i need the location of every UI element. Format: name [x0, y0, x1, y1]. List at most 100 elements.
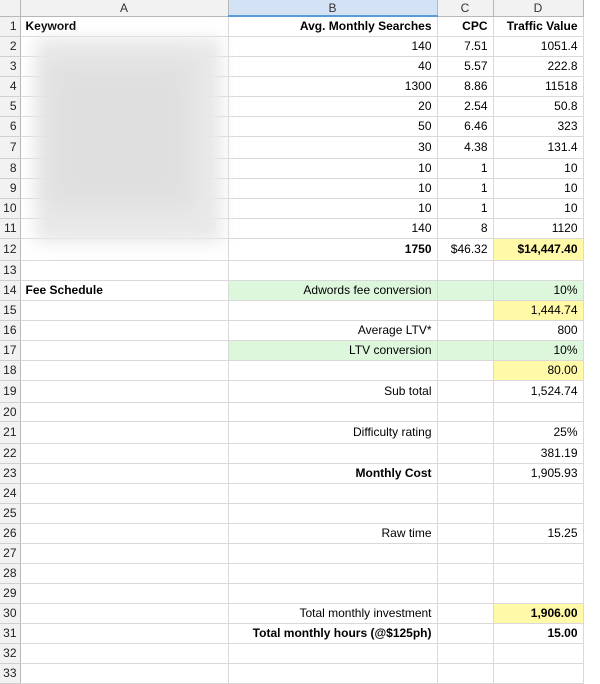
- row-number[interactable]: 3: [0, 56, 21, 77]
- row-number[interactable]: 9: [0, 178, 21, 199]
- row-number[interactable]: 19: [0, 380, 21, 403]
- row-number[interactable]: 6: [0, 116, 21, 137]
- cell-value[interactable]: 10: [493, 178, 584, 199]
- row-number[interactable]: 25: [0, 503, 21, 524]
- row-number[interactable]: 2: [0, 36, 21, 57]
- cell-empty[interactable]: [437, 402, 494, 422]
- row-number[interactable]: 7: [0, 136, 21, 159]
- cell-empty[interactable]: [20, 380, 229, 403]
- cell-raw-time-value[interactable]: 15.25: [493, 523, 584, 544]
- cell-adwords-fee-value[interactable]: 1,444.74: [493, 300, 584, 321]
- cell-searches[interactable]: 30: [228, 136, 438, 159]
- cell-empty[interactable]: [20, 623, 229, 644]
- cell-empty[interactable]: [20, 300, 229, 321]
- row-number[interactable]: 20: [0, 402, 21, 422]
- cell-adwords-fee-pct[interactable]: 10%: [493, 280, 584, 301]
- cell-empty[interactable]: [20, 360, 229, 381]
- cell-empty[interactable]: [228, 543, 438, 564]
- cell-empty[interactable]: [437, 503, 494, 524]
- cell-empty[interactable]: [437, 340, 494, 361]
- cell-cpc[interactable]: 7.51: [437, 36, 494, 57]
- cell-empty[interactable]: [228, 360, 438, 381]
- cell-average-ltv-value[interactable]: 800: [493, 320, 584, 341]
- cell-empty[interactable]: [20, 543, 229, 564]
- cell-cpc[interactable]: 8: [437, 218, 494, 239]
- cell-empty[interactable]: [228, 663, 438, 684]
- cell-empty[interactable]: [437, 523, 494, 544]
- cell-empty[interactable]: [20, 402, 229, 422]
- cell-value[interactable]: 11518: [493, 76, 584, 97]
- cell-searches[interactable]: 10: [228, 178, 438, 199]
- cell-empty[interactable]: [493, 402, 584, 422]
- row-number[interactable]: 12: [0, 238, 21, 261]
- cell-searches[interactable]: 20: [228, 96, 438, 117]
- cell-empty[interactable]: [493, 260, 584, 281]
- row-number[interactable]: 28: [0, 563, 21, 584]
- cell-total-hours-value[interactable]: 15.00: [493, 623, 584, 644]
- cell-searches[interactable]: 40: [228, 56, 438, 77]
- cell-empty[interactable]: [20, 563, 229, 584]
- cell-cpc[interactable]: 5.57: [437, 56, 494, 77]
- row-number[interactable]: 27: [0, 543, 21, 564]
- row-number[interactable]: 32: [0, 643, 21, 664]
- cell-cpc[interactable]: 4.38: [437, 136, 494, 159]
- cell-empty[interactable]: [493, 583, 584, 604]
- cell-empty[interactable]: [20, 260, 229, 281]
- cell-empty[interactable]: [20, 443, 229, 464]
- cell-searches[interactable]: 140: [228, 36, 438, 57]
- cell-empty[interactable]: [493, 563, 584, 584]
- cell-empty[interactable]: [20, 643, 229, 664]
- row-number[interactable]: 8: [0, 158, 21, 179]
- cell-cpc[interactable]: 1: [437, 158, 494, 179]
- cell-difficulty-pct[interactable]: 25%: [493, 421, 584, 444]
- cell-empty[interactable]: [437, 360, 494, 381]
- cell-empty[interactable]: [20, 583, 229, 604]
- cell-raw-time-label[interactable]: Raw time: [228, 523, 438, 544]
- row-number[interactable]: 16: [0, 320, 21, 341]
- cell-empty[interactable]: [437, 663, 494, 684]
- row-number[interactable]: 4: [0, 76, 21, 97]
- column-header-d[interactable]: D: [493, 0, 584, 17]
- cell-empty[interactable]: [437, 543, 494, 564]
- cell-monthly-cost-value[interactable]: 1,905.93: [493, 463, 584, 484]
- cell-subtotal-value[interactable]: 1,524.74: [493, 380, 584, 403]
- cell-searches[interactable]: 1300: [228, 76, 438, 97]
- cell-empty[interactable]: [437, 623, 494, 644]
- cell-fee-schedule-title[interactable]: Fee Schedule: [20, 280, 229, 301]
- cell-value[interactable]: 131.4: [493, 136, 584, 159]
- cell-total-cpc[interactable]: $46.32: [437, 238, 494, 261]
- cell-empty[interactable]: [20, 523, 229, 544]
- cell-empty[interactable]: [437, 603, 494, 624]
- cell-value[interactable]: 1120: [493, 218, 584, 239]
- cell-empty[interactable]: [20, 603, 229, 624]
- row-number[interactable]: 5: [0, 96, 21, 117]
- cell-searches[interactable]: 10: [228, 198, 438, 219]
- cell-empty[interactable]: [437, 563, 494, 584]
- cell-empty[interactable]: [20, 483, 229, 504]
- cell-empty[interactable]: [493, 483, 584, 504]
- cell-empty[interactable]: [228, 503, 438, 524]
- cell-adwords-fee-label[interactable]: Adwords fee conversion: [228, 280, 438, 301]
- row-number[interactable]: 22: [0, 443, 21, 464]
- cell-monthly-cost-label[interactable]: Monthly Cost: [228, 463, 438, 484]
- cell-value[interactable]: 10: [493, 198, 584, 219]
- cell-cpc[interactable]: 8.86: [437, 76, 494, 97]
- row-number[interactable]: 21: [0, 421, 21, 444]
- cell-empty[interactable]: [228, 563, 438, 584]
- cell-avg-searches-header[interactable]: Avg. Monthly Searches: [228, 16, 438, 37]
- cell-empty[interactable]: [228, 402, 438, 422]
- cell-total-investment-value[interactable]: 1,906.00: [493, 603, 584, 624]
- row-number[interactable]: 1: [0, 16, 21, 37]
- cell-empty[interactable]: [437, 260, 494, 281]
- cell-value[interactable]: 323: [493, 116, 584, 137]
- cell-empty[interactable]: [437, 300, 494, 321]
- row-number[interactable]: 23: [0, 463, 21, 484]
- row-number[interactable]: 29: [0, 583, 21, 604]
- cell-empty[interactable]: [228, 643, 438, 664]
- cell-empty[interactable]: [228, 300, 438, 321]
- column-header-a[interactable]: A: [20, 0, 229, 17]
- row-number[interactable]: 15: [0, 300, 21, 321]
- cell-empty[interactable]: [437, 643, 494, 664]
- cell-average-ltv-label[interactable]: Average LTV*: [228, 320, 438, 341]
- row-number[interactable]: 26: [0, 523, 21, 544]
